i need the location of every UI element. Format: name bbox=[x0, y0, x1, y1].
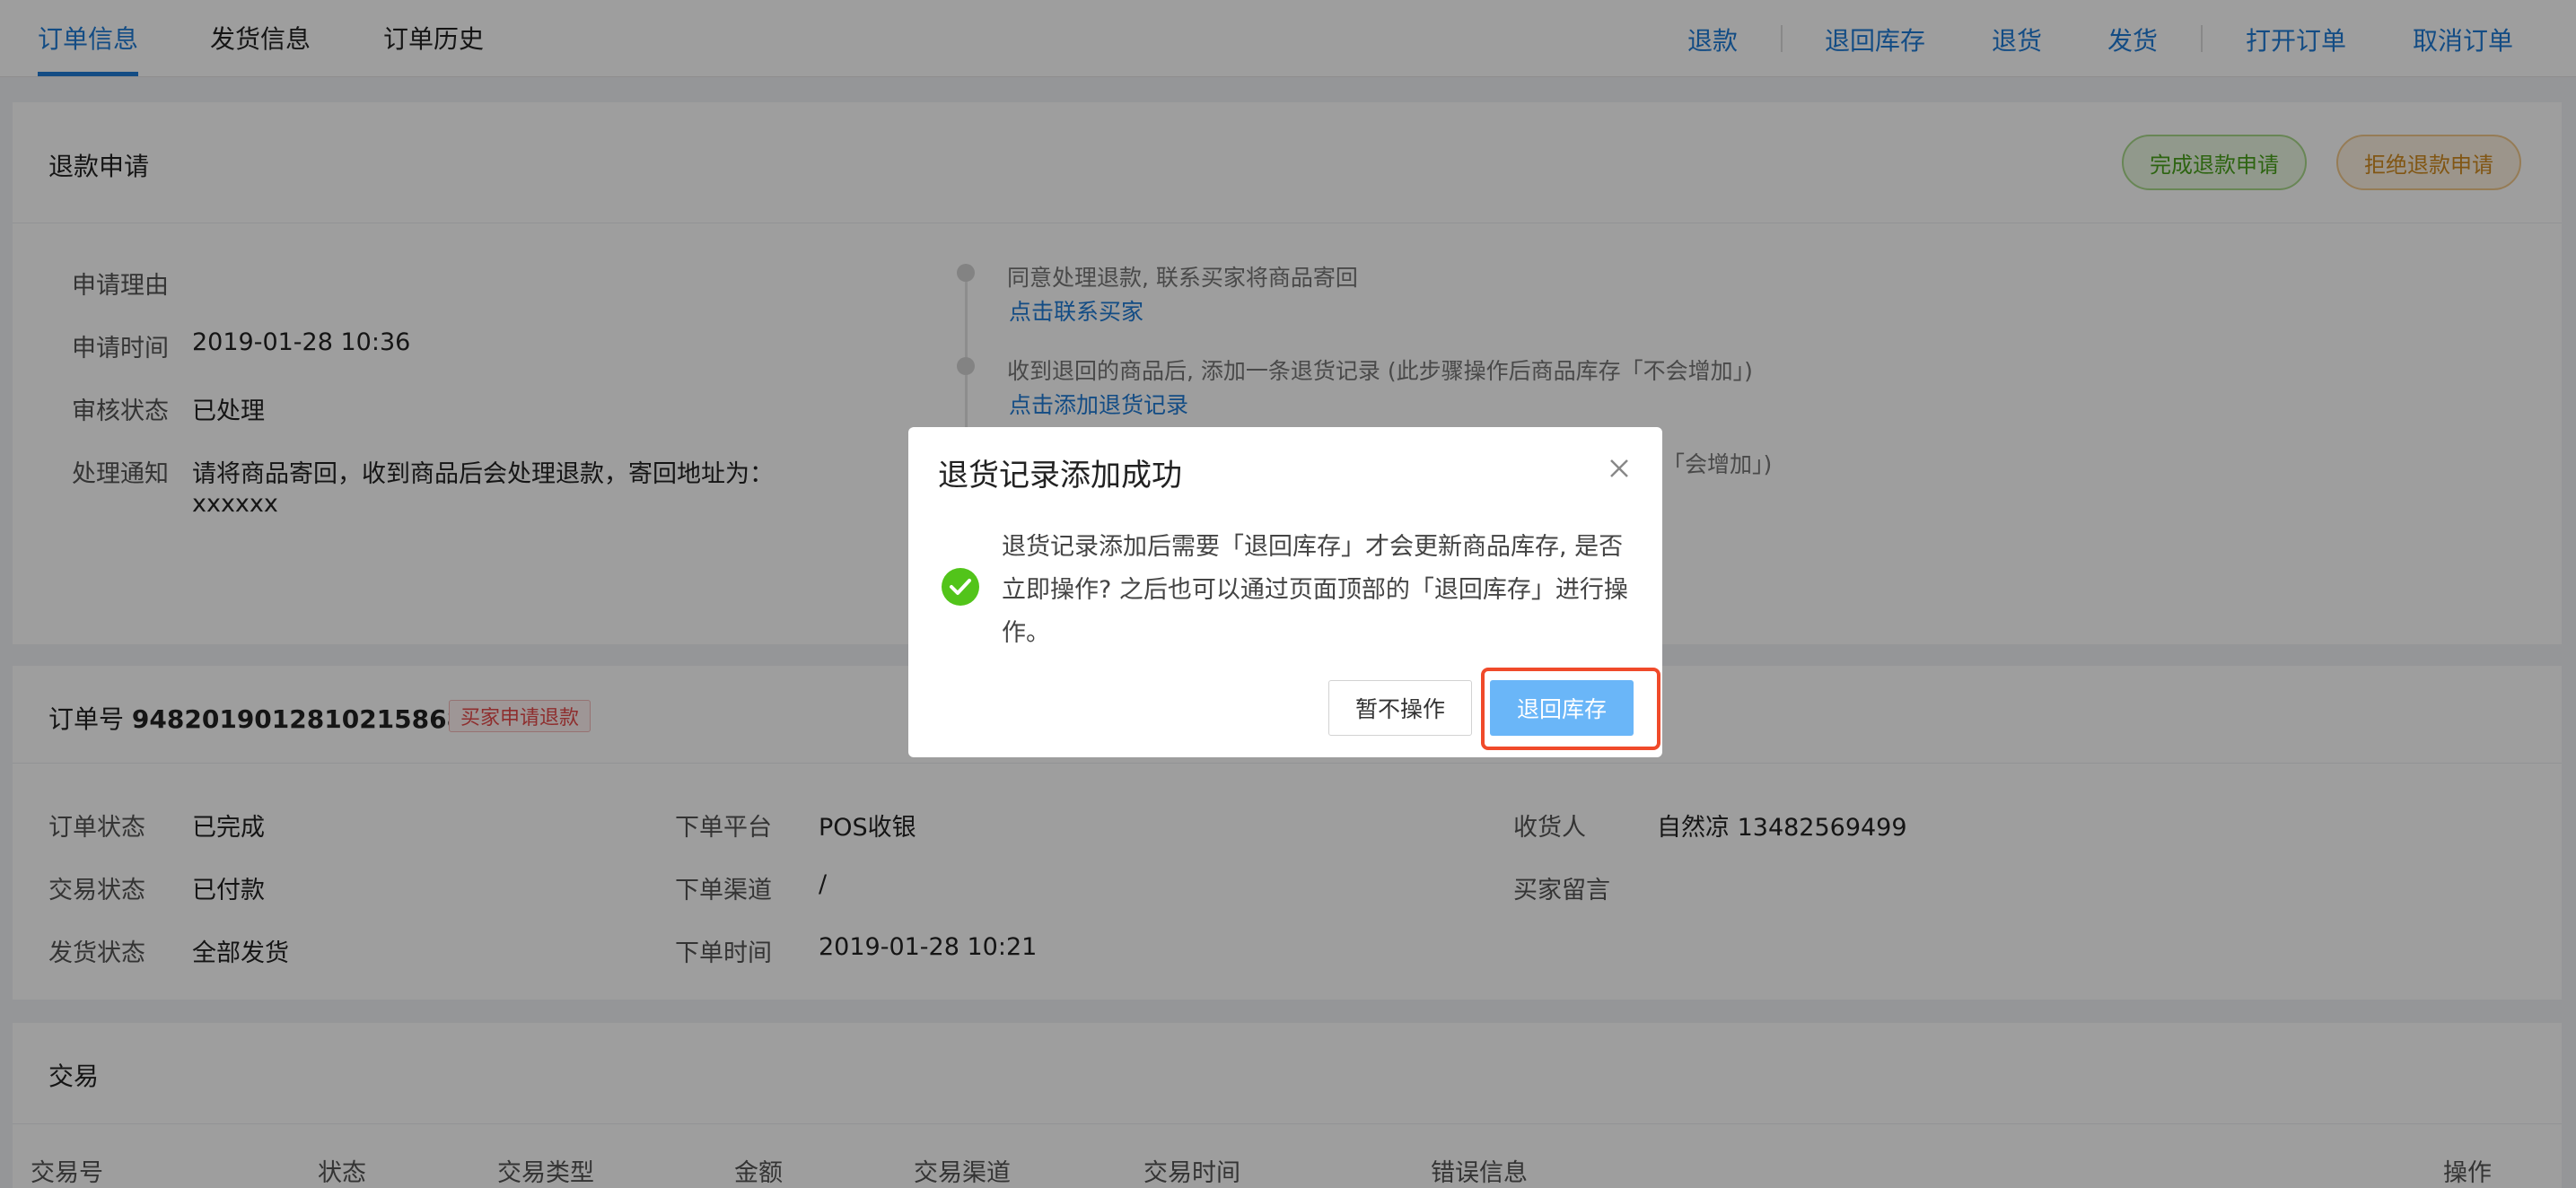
success-check-icon bbox=[941, 567, 980, 607]
skip-button[interactable]: 暂不操作 bbox=[1328, 680, 1472, 736]
dialog-message: 退货记录添加后需要「退回库存」才会更新商品库存, 是否立即操作? 之后也可以通过… bbox=[1002, 533, 1628, 647]
highlight-box bbox=[1481, 668, 1660, 750]
dialog-title: 退货记录添加成功 bbox=[938, 458, 1182, 494]
close-icon[interactable] bbox=[1607, 456, 1632, 481]
